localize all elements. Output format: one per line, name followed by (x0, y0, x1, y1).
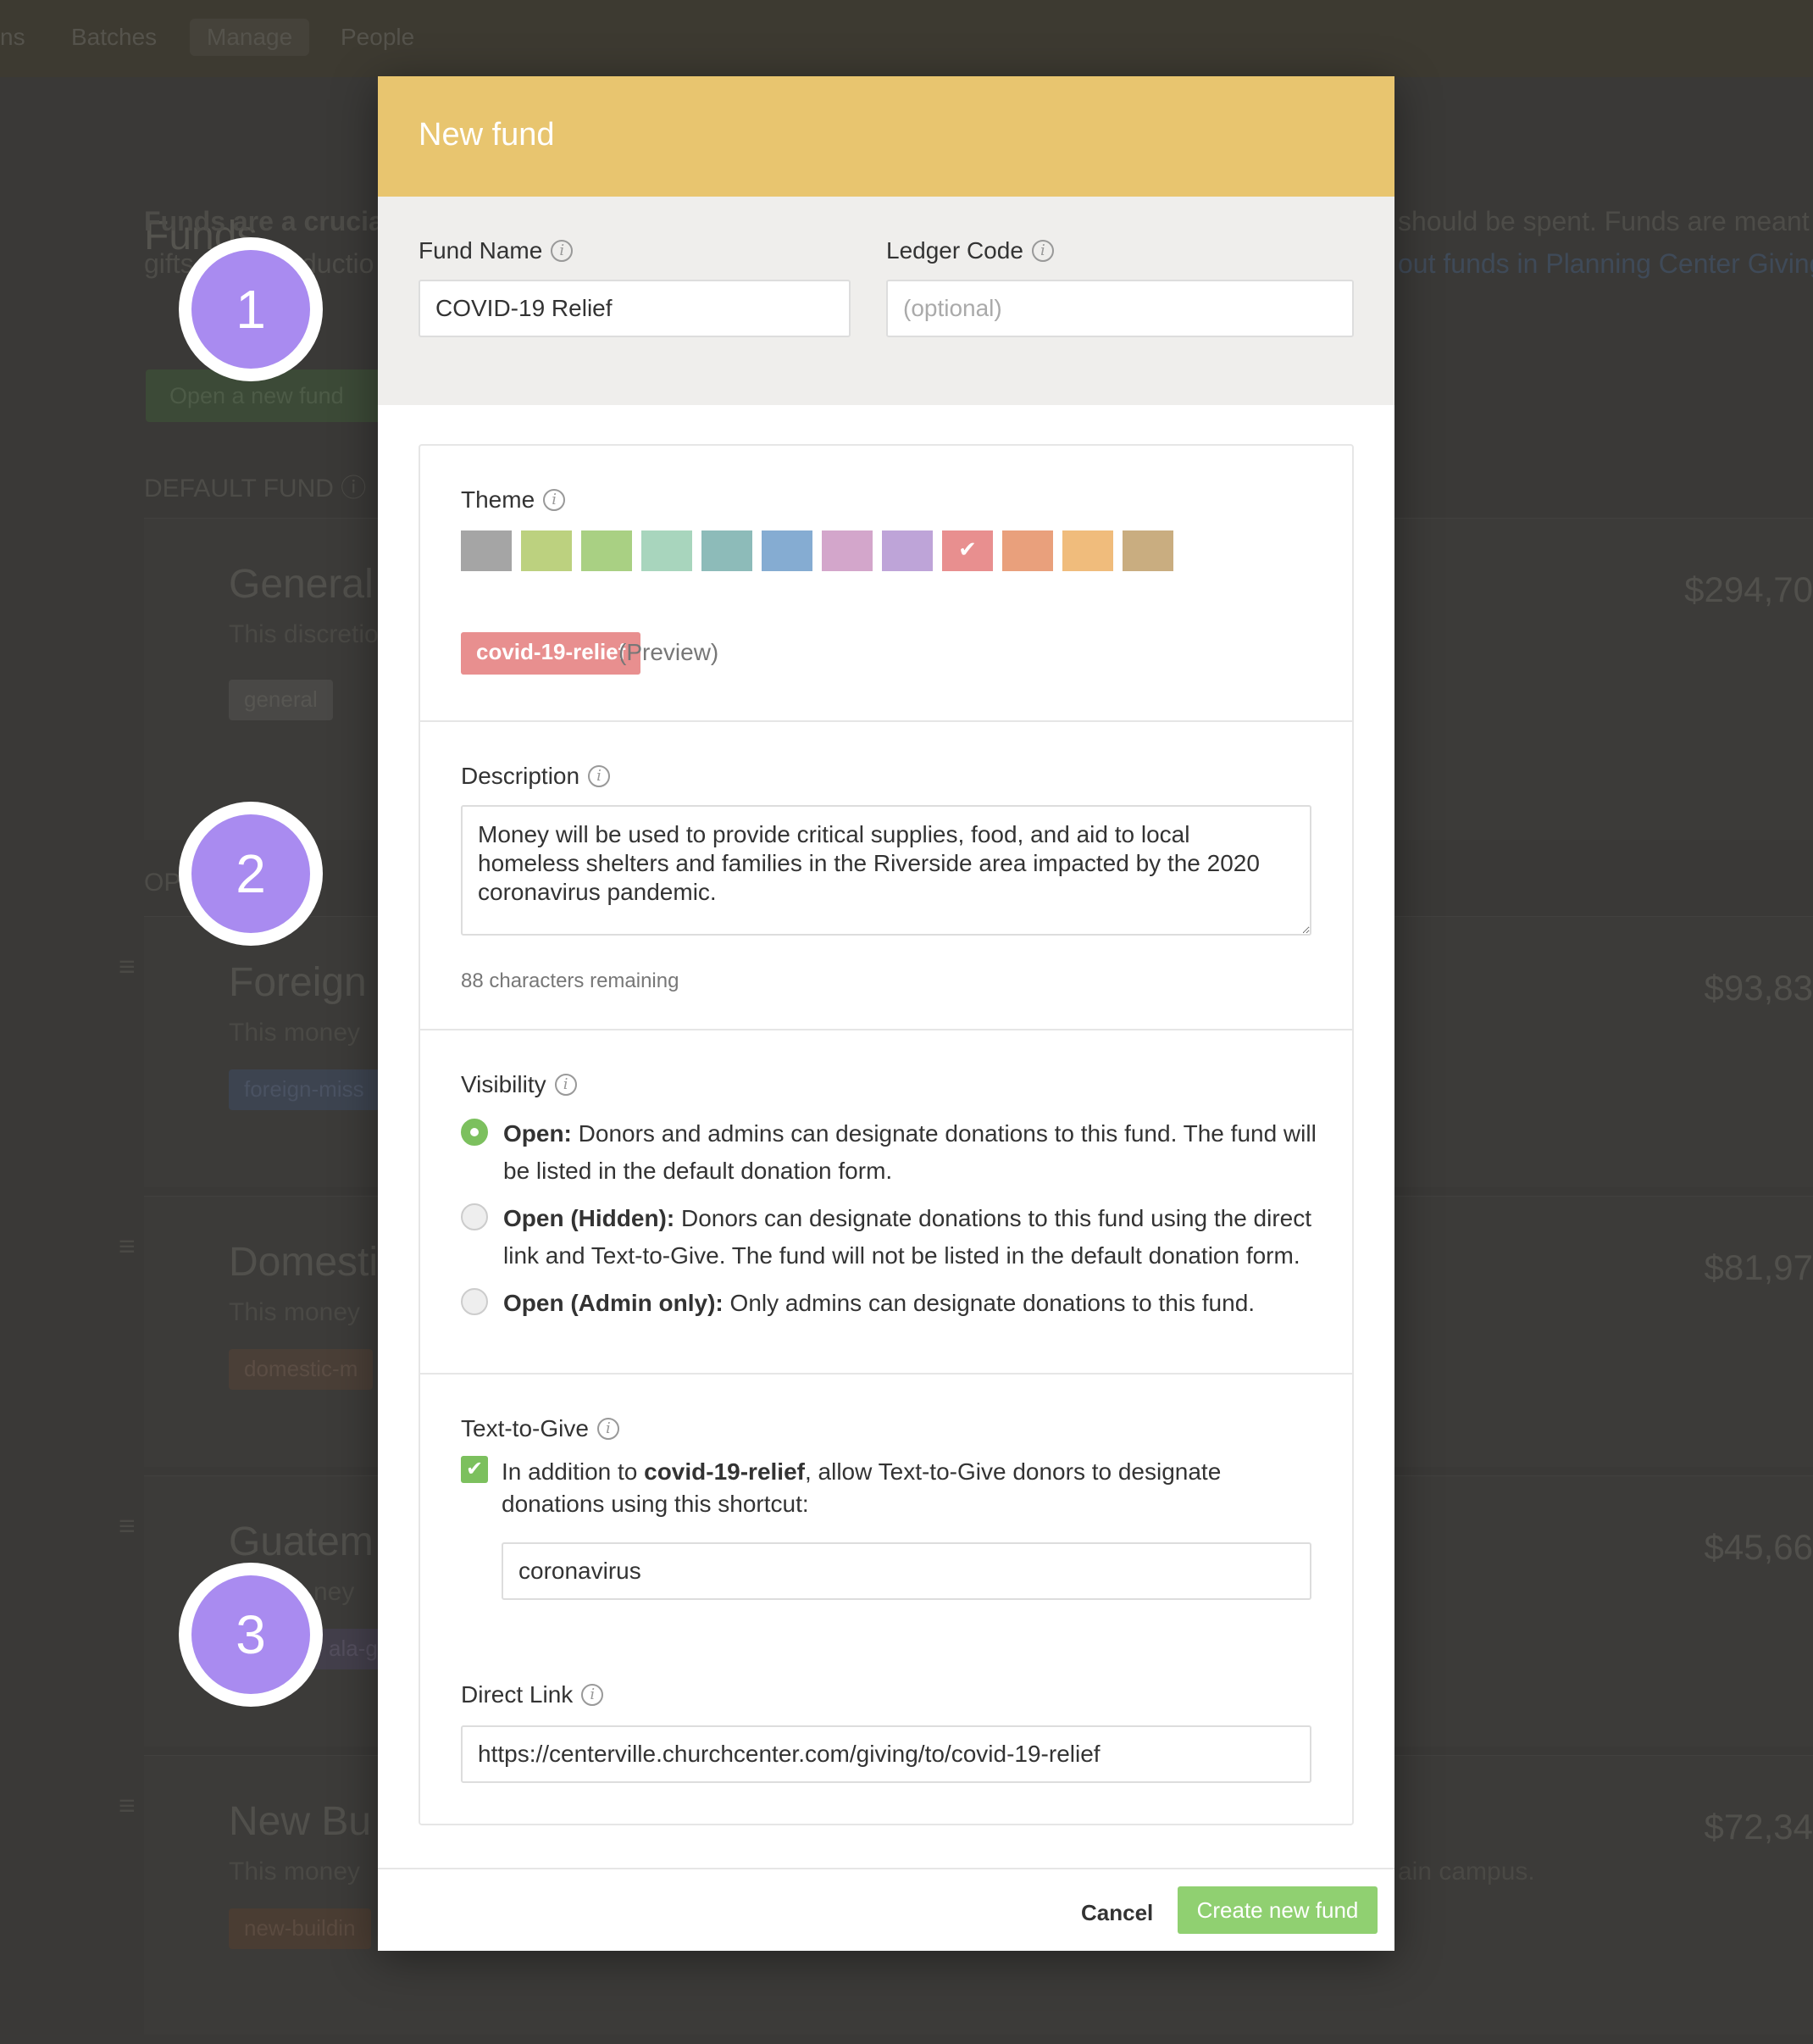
info-icon[interactable]: i (581, 1684, 604, 1706)
fund-tag-preview: covid-19-relief (461, 632, 641, 675)
drag-handle-icon[interactable]: ≡ (119, 1510, 136, 1543)
step-marker-2: 2 (179, 802, 323, 946)
radio-button[interactable] (461, 1203, 488, 1230)
theme-swatch[interactable] (882, 530, 933, 571)
text-to-give-section: Text-to-Give i ✔ In addition to covid-19… (420, 1375, 1352, 1824)
modal-footer: Cancel Create new fund (378, 1868, 1394, 1951)
fund-description: This money (229, 1298, 361, 1326)
radio-button[interactable] (461, 1288, 488, 1315)
open-funds-heading: OP (144, 869, 181, 897)
drag-handle-icon[interactable]: ≡ (119, 951, 136, 984)
fund-name-label: Fund Name i (419, 237, 574, 264)
intro-text-bold: Funds are a crucial (144, 206, 391, 236)
visibility-option-admin-only[interactable]: Open (Admin only): Only admins can desig… (461, 1285, 1317, 1322)
theme-section: Theme i covid-19-relief (Preview) (420, 446, 1352, 722)
step-marker-3: 3 (179, 1563, 323, 1707)
fund-tag: new-buildin (229, 1908, 371, 1949)
visibility-option-hidden[interactable]: Open (Hidden): Donors can designate dona… (461, 1200, 1317, 1275)
theme-swatches (461, 530, 1173, 571)
fund-tag: foreign-miss (229, 1069, 380, 1110)
intro-text-right: should be spent. Funds are meant o (1398, 206, 1813, 236)
info-icon[interactable]: i (596, 1418, 619, 1440)
theme-swatch[interactable] (1123, 530, 1173, 571)
fund-amount: $45,66 (1704, 1527, 1813, 1567)
theme-swatch[interactable] (461, 530, 512, 571)
modal-header: New fund (378, 76, 1394, 197)
fund-amount: $81,97 (1704, 1247, 1813, 1287)
ledger-code-label: Ledger Code i (886, 237, 1054, 264)
description-textarea[interactable]: Money will be used to provide critical s… (461, 805, 1311, 936)
info-icon[interactable]: i (1031, 240, 1054, 262)
visibility-label: Visibility i (461, 1071, 577, 1098)
direct-link-label: Direct Link i (461, 1681, 604, 1708)
modal-top-fields: Fund Name i Ledger Code i (378, 197, 1394, 405)
create-new-fund-button[interactable]: Create new fund (1178, 1886, 1378, 1934)
fund-description: This money (229, 1858, 361, 1886)
fund-name: Domesti (229, 1240, 379, 1285)
characters-remaining: 88 characters remaining (461, 969, 679, 992)
description-section: Description i Money will be used to prov… (420, 722, 1352, 1030)
radio-button[interactable] (461, 1119, 488, 1146)
fund-amount: $294,70 (1684, 569, 1813, 609)
theme-swatch[interactable] (521, 530, 572, 571)
fund-description-right: ain campus. (1398, 1858, 1535, 1886)
theme-swatch[interactable] (701, 530, 752, 571)
info-icon[interactable]: i (554, 1074, 577, 1096)
fund-name: Guatem (229, 1519, 374, 1564)
fund-amount: $93,83 (1704, 968, 1813, 1008)
fund-name-input[interactable] (419, 280, 851, 337)
fund-description: ney (313, 1578, 355, 1606)
fund-name: New Bu (229, 1799, 372, 1844)
fund-settings-panel: Theme i covid-19-relief (Preview) Descri… (419, 444, 1354, 1825)
intro-link[interactable]: out funds in Planning Center Giving. (1398, 248, 1813, 280)
fund-tag: domestic-m (229, 1349, 374, 1390)
text-to-give-description: In addition to covid-19-relief, allow Te… (502, 1458, 1222, 1517)
default-fund-heading: DEFAULT FUND ⓘ (144, 475, 367, 503)
info-icon[interactable]: i (551, 240, 574, 262)
direct-link-input[interactable] (461, 1725, 1311, 1783)
step-marker-1: 1 (179, 237, 323, 381)
text-to-give-checkbox[interactable]: ✔ (461, 1456, 488, 1483)
drag-handle-icon[interactable]: ≡ (119, 1790, 136, 1823)
theme-swatch[interactable] (641, 530, 692, 571)
fund-description: This money (229, 1019, 361, 1047)
nav-tab-people[interactable]: People (341, 24, 414, 51)
description-label: Description i (461, 763, 611, 790)
theme-swatch[interactable] (822, 530, 873, 571)
text-to-give-label: Text-to-Give i (461, 1415, 619, 1442)
new-fund-modal: New fund Fund Name i Ledger Code i Theme… (378, 76, 1394, 1951)
theme-swatch[interactable] (1062, 530, 1113, 571)
info-icon[interactable]: i (543, 489, 566, 511)
nav-tab-batches[interactable]: Batches (71, 24, 157, 51)
info-icon[interactable]: i (588, 765, 611, 787)
drag-handle-icon[interactable]: ≡ (119, 1230, 136, 1264)
theme-swatch[interactable] (581, 530, 632, 571)
fund-tag: general (229, 680, 333, 720)
top-navigation: ns Batches Manage People (0, 0, 1813, 77)
theme-swatch[interactable] (1002, 530, 1053, 571)
visibility-option-open[interactable]: Open: Donors and admins can designate do… (461, 1115, 1317, 1190)
nav-tab-manage[interactable]: Manage (190, 19, 310, 56)
theme-label: Theme i (461, 486, 566, 514)
nav-tab-partial[interactable]: ns (0, 24, 25, 51)
modal-title: New fund (419, 117, 555, 153)
fund-description: This discretio (229, 620, 379, 648)
theme-swatch[interactable] (942, 530, 993, 571)
fund-amount: $72,34 (1704, 1807, 1813, 1847)
fund-name: Foreign (229, 960, 367, 1005)
theme-swatch[interactable] (762, 530, 812, 571)
fund-name: General (229, 562, 374, 607)
ledger-code-input[interactable] (886, 280, 1354, 337)
cancel-button[interactable]: Cancel (1081, 1900, 1153, 1926)
preview-note: (Preview) (618, 639, 719, 665)
visibility-section: Visibility i Open: Donors and admins can… (420, 1030, 1352, 1375)
text-to-give-shortcut-input[interactable] (502, 1542, 1311, 1600)
